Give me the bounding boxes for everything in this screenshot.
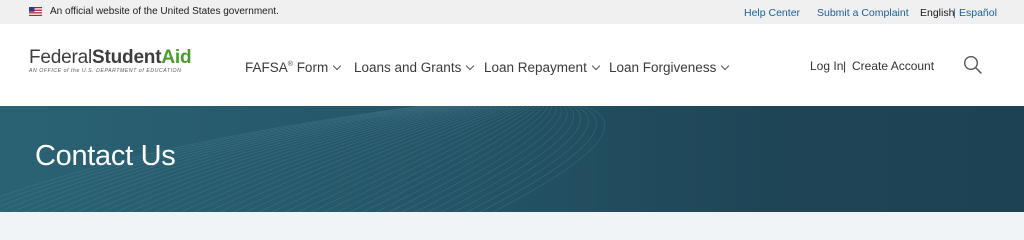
nav-loan-repayment[interactable]: Loan Repayment	[484, 60, 601, 75]
page-hero: Contact Us	[0, 106, 1024, 212]
chevron-down-icon	[332, 61, 342, 71]
nav-loans-and-grants[interactable]: Loans and Grants	[354, 60, 475, 75]
logo-tagline: AN OFFICE of the U.S. DEPARTMENT of EDUC…	[29, 68, 182, 74]
us-flag-icon	[29, 7, 42, 16]
logo-federal-text: Federal	[29, 47, 93, 68]
chevron-down-icon	[466, 61, 475, 71]
site-header: FederalStudentAid AN OFFICE of the U.S. …	[0, 24, 1024, 106]
language-separator: |	[953, 7, 956, 19]
nav-fafsa-form[interactable]: FAFSA® Form	[245, 60, 342, 75]
language-espanol-link[interactable]: Español	[959, 7, 997, 19]
nav-loans-and-grants-label: Loans and Grants	[354, 60, 462, 75]
submit-complaint-link[interactable]: Submit a Complaint	[817, 7, 909, 19]
nav-loan-repayment-label: Loan Repayment	[484, 60, 587, 75]
page-title: Contact Us	[35, 140, 176, 172]
registered-mark: ®	[287, 60, 293, 68]
chevron-down-icon	[591, 61, 601, 71]
logo-aid-text: Aid	[161, 47, 192, 68]
gov-banner-text: An official website of the United States…	[50, 6, 279, 17]
gov-banner: An official website of the United States…	[0, 0, 1024, 24]
logo-student-text: Student	[92, 47, 162, 68]
search-icon[interactable]	[963, 55, 983, 75]
account-separator: |	[843, 59, 847, 73]
content-area	[0, 212, 1024, 240]
federal-student-aid-logo[interactable]: FederalStudentAid AN OFFICE of the U.S. …	[29, 47, 192, 74]
help-center-link[interactable]: Help Center	[744, 7, 800, 19]
language-english-link[interactable]: English	[920, 7, 954, 19]
nav-loan-forgiveness[interactable]: Loan Forgiveness	[609, 60, 730, 75]
nav-loan-forgiveness-label: Loan Forgiveness	[609, 60, 717, 75]
nav-fafsa-label: FAFSA	[245, 60, 288, 75]
chevron-down-icon	[721, 61, 730, 71]
create-account-link[interactable]: Create Account	[852, 59, 934, 73]
nav-fafsa-suffix: Form	[292, 60, 329, 75]
log-in-link[interactable]: Log In	[810, 59, 843, 73]
